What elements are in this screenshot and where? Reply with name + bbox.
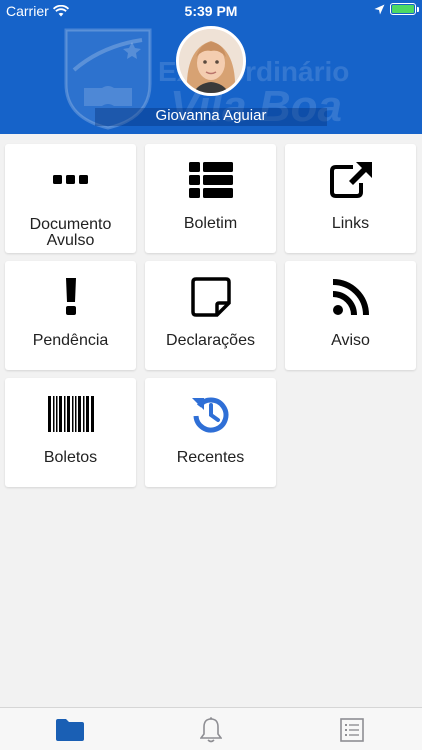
- history-icon: [191, 397, 228, 433]
- exclamation-icon: [65, 278, 76, 315]
- menu-tile-pendencia[interactable]: Pendência: [5, 261, 136, 370]
- clock: 5:39 PM: [184, 3, 238, 19]
- rss-icon: [332, 279, 369, 315]
- more-dots-icon: [52, 175, 88, 184]
- tab-documents[interactable]: [55, 716, 85, 744]
- menu-tile-aviso[interactable]: Aviso: [285, 261, 416, 370]
- menu-tile-label: Boletos: [43, 449, 98, 466]
- barcode-icon: [47, 396, 94, 432]
- menu-tile-label: Documento Avulso: [29, 216, 112, 249]
- tab-notifications[interactable]: [196, 716, 226, 744]
- user-name: Giovanna Aguiar: [155, 107, 267, 124]
- folder-icon: [56, 719, 84, 741]
- list-icon: [340, 718, 364, 742]
- list-icon: [188, 162, 233, 198]
- battery-icon: [390, 3, 419, 15]
- tab-bar: [0, 707, 422, 750]
- sticky-note-icon: [190, 277, 231, 317]
- menu-tile-recentes[interactable]: Recentes: [145, 378, 276, 487]
- menu-tile-label: Aviso: [331, 332, 370, 349]
- menu-tile-label: Declarações: [166, 332, 255, 349]
- external-link-icon: [329, 162, 372, 198]
- bell-icon: [200, 717, 222, 743]
- menu-tile-label: Pendência: [32, 332, 109, 349]
- tab-list[interactable]: [337, 716, 367, 744]
- menu-grid: Documento Avulso Boletim Links Pendência…: [5, 144, 417, 487]
- menu-tile-boletos[interactable]: Boletos: [5, 378, 136, 487]
- avatar[interactable]: [176, 26, 246, 96]
- header: Carrier 5:39 PM Extraordinário Vila Boa: [0, 0, 422, 134]
- menu-tile-label: Recentes: [176, 449, 245, 466]
- avatar-photo: [179, 29, 243, 93]
- location-arrow-icon: [374, 4, 385, 14]
- menu-tile-label: Links: [331, 215, 370, 232]
- menu-tile-label: Boletim: [183, 215, 238, 232]
- menu-tile-documento-avulso[interactable]: Documento Avulso: [5, 144, 136, 253]
- menu-tile-links[interactable]: Links: [285, 144, 416, 253]
- menu-tile-boletim[interactable]: Boletim: [145, 144, 276, 253]
- menu-tile-declaracoes[interactable]: Declarações: [145, 261, 276, 370]
- status-bar: Carrier 5:39 PM: [0, 0, 422, 22]
